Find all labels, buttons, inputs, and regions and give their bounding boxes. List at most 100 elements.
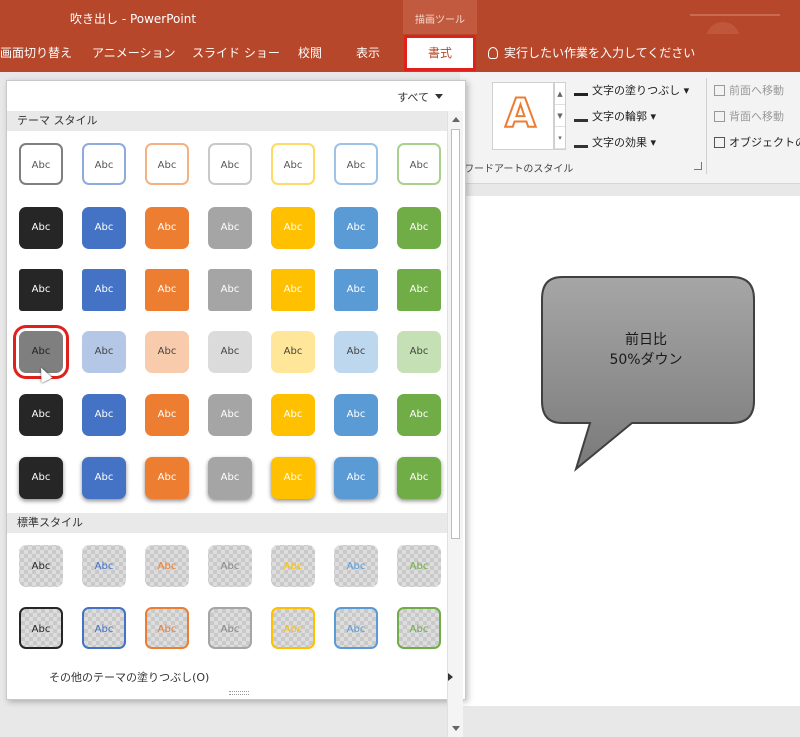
scrollbar-thumb[interactable] bbox=[451, 129, 460, 539]
scroll-down-icon[interactable] bbox=[452, 726, 460, 731]
shape-style-swatch[interactable]: Abc bbox=[19, 457, 63, 499]
bring-forward-label: 前面へ移動 bbox=[729, 84, 784, 97]
tab-review[interactable]: 校閲 bbox=[298, 34, 322, 72]
shape-style-swatch[interactable]: Abc bbox=[19, 545, 63, 587]
ribbon-tab-bar: 画面切り替え アニメーション スライド ショー 校閲 表示 書式 実行したい作業… bbox=[0, 34, 800, 72]
shape-style-swatch[interactable]: Abc bbox=[397, 607, 441, 649]
tab-transitions[interactable]: 画面切り替え bbox=[0, 34, 72, 72]
shape-style-swatch[interactable]: Abc bbox=[271, 457, 315, 499]
shape-style-swatch[interactable]: Abc bbox=[145, 394, 189, 436]
ribbon-panel: A ▲ ▼ ▾ 文字の塗りつぶし ▾ 文字の輪郭 ▾ 文字の効果 ▾ ワードアートの… bbox=[460, 72, 800, 184]
shape-style-swatch[interactable]: Abc bbox=[145, 143, 189, 185]
text-effects-button[interactable]: 文字の効果 ▾ bbox=[574, 134, 656, 150]
shape-style-swatch[interactable]: Abc bbox=[19, 607, 63, 649]
shape-style-swatch[interactable]: Abc bbox=[82, 331, 126, 373]
shape-style-swatch[interactable]: Abc bbox=[208, 545, 252, 587]
tab-slide-show[interactable]: スライド ショー bbox=[192, 34, 280, 72]
text-outline-button[interactable]: 文字の輪郭 ▾ bbox=[574, 108, 656, 124]
text-fill-label: 文字の塗りつぶし bbox=[592, 84, 681, 97]
shape-style-swatch[interactable]: Abc bbox=[397, 207, 441, 249]
shape-style-swatch[interactable]: Abc bbox=[208, 457, 252, 499]
shape-style-swatch[interactable]: Abc bbox=[208, 607, 252, 649]
tell-me-box[interactable]: 実行したい作業を入力してください bbox=[488, 34, 695, 72]
wordart-styles-group-label: ワードアートのスタイル bbox=[464, 164, 574, 175]
selection-pane-label: オブジェクトの bbox=[729, 136, 800, 149]
shape-style-swatch[interactable]: Abc bbox=[271, 331, 315, 373]
shape-style-swatch[interactable]: Abc bbox=[82, 545, 126, 587]
send-backward-label: 背面へ移動 bbox=[729, 110, 784, 123]
text-fill-button[interactable]: 文字の塗りつぶし ▾ bbox=[574, 82, 689, 98]
shape-style-swatch[interactable]: Abc bbox=[271, 207, 315, 249]
shape-style-swatch[interactable]: Abc bbox=[208, 143, 252, 185]
scroll-up-icon[interactable]: ▲ bbox=[555, 83, 565, 105]
selection-pane-button[interactable]: オブジェクトの bbox=[714, 134, 800, 150]
tab-format[interactable]: 書式 bbox=[404, 35, 476, 71]
shape-style-swatch[interactable]: Abc bbox=[19, 269, 63, 311]
bring-forward-button[interactable]: 前面へ移動 bbox=[714, 82, 784, 98]
shape-style-swatch[interactable]: Abc bbox=[145, 331, 189, 373]
shape-style-swatch[interactable]: Abc bbox=[145, 607, 189, 649]
shape-style-swatch[interactable]: Abc bbox=[82, 394, 126, 436]
shape-style-swatch[interactable]: Abc bbox=[19, 394, 63, 436]
shape-style-swatch[interactable]: Abc bbox=[334, 143, 378, 185]
shape-style-swatch[interactable]: Abc bbox=[208, 394, 252, 436]
text-fill-icon bbox=[574, 84, 588, 96]
wordart-style-preview[interactable]: A bbox=[492, 82, 554, 150]
ribbon-separator bbox=[706, 78, 707, 174]
shape-style-swatch[interactable]: Abc bbox=[334, 394, 378, 436]
shape-style-swatch[interactable]: Abc bbox=[19, 143, 63, 185]
shape-style-swatch[interactable]: Abc bbox=[397, 269, 441, 311]
shape-style-swatch[interactable]: Abc bbox=[82, 269, 126, 311]
shape-style-swatch[interactable]: Abc bbox=[397, 143, 441, 185]
shape-style-swatch[interactable]: Abc bbox=[397, 394, 441, 436]
standard-styles-header: 標準スタイル bbox=[7, 513, 447, 533]
shape-style-swatch[interactable]: Abc bbox=[334, 331, 378, 373]
shape-style-swatch[interactable]: Abc bbox=[334, 457, 378, 499]
shape-style-swatch[interactable]: Abc bbox=[208, 331, 252, 373]
shape-style-swatch[interactable]: Abc bbox=[208, 207, 252, 249]
shape-style-swatch[interactable]: Abc bbox=[271, 394, 315, 436]
shape-style-swatch[interactable]: Abc bbox=[334, 607, 378, 649]
title-bar: 吹き出し - PowerPoint 描画ツール bbox=[0, 0, 800, 56]
shape-style-swatch[interactable]: Abc bbox=[145, 457, 189, 499]
more-theme-fills-link[interactable]: その他のテーマの塗りつぶし(O) bbox=[49, 669, 209, 685]
shape-style-swatch[interactable]: Abc bbox=[271, 607, 315, 649]
speech-bubble-shape[interactable] bbox=[540, 275, 758, 475]
shape-style-swatch[interactable]: Abc bbox=[82, 143, 126, 185]
lightbulb-icon bbox=[488, 47, 498, 59]
scroll-down-icon[interactable]: ▼ bbox=[555, 105, 565, 127]
tab-animations[interactable]: アニメーション bbox=[92, 34, 176, 72]
send-backward-button[interactable]: 背面へ移動 bbox=[714, 108, 784, 124]
gallery-filter-dropdown[interactable]: すべて bbox=[397, 89, 443, 105]
resize-grip-icon[interactable] bbox=[229, 691, 249, 695]
shape-style-gallery: すべて テーマ スタイル Abc Abc Abc Abc Abc Abc Abc Abc Abc… bbox=[6, 80, 466, 737]
wordart-gallery-scroller[interactable]: ▲ ▼ ▾ bbox=[554, 82, 566, 150]
shape-style-swatch[interactable]: Abc bbox=[334, 207, 378, 249]
text-effects-label: 文字の効果 bbox=[592, 136, 647, 149]
bubble-text[interactable]: 前日比 50%ダウン bbox=[546, 330, 746, 370]
gallery-scrollbar[interactable] bbox=[447, 111, 463, 737]
shape-style-swatch[interactable]: Abc bbox=[82, 207, 126, 249]
shape-style-swatch[interactable]: Abc bbox=[19, 207, 63, 249]
shape-style-swatch[interactable]: Abc bbox=[145, 269, 189, 311]
bring-forward-icon bbox=[714, 85, 725, 96]
shape-style-swatch[interactable]: Abc bbox=[82, 607, 126, 649]
shape-style-swatch[interactable]: Abc bbox=[397, 331, 441, 373]
shape-style-swatch[interactable]: Abc bbox=[82, 457, 126, 499]
tell-me-placeholder: 実行したい作業を入力してください bbox=[504, 46, 696, 60]
more-icon[interactable]: ▾ bbox=[555, 127, 565, 149]
tab-view[interactable]: 表示 bbox=[356, 34, 380, 72]
shape-style-swatch[interactable]: Abc bbox=[397, 545, 441, 587]
shape-style-swatch[interactable]: Abc bbox=[334, 545, 378, 587]
theme-styles-header: テーマ スタイル bbox=[7, 111, 447, 131]
shape-style-swatch[interactable]: Abc bbox=[271, 143, 315, 185]
shape-style-swatch[interactable]: Abc bbox=[334, 269, 378, 311]
shape-style-swatch[interactable]: Abc bbox=[145, 545, 189, 587]
shape-style-swatch[interactable]: Abc bbox=[145, 207, 189, 249]
shape-style-swatch[interactable]: Abc bbox=[271, 545, 315, 587]
scroll-up-icon[interactable] bbox=[452, 117, 460, 122]
shape-style-swatch[interactable]: Abc bbox=[271, 269, 315, 311]
dialog-launcher-icon[interactable] bbox=[694, 162, 702, 170]
shape-style-swatch[interactable]: Abc bbox=[397, 457, 441, 499]
shape-style-swatch[interactable]: Abc bbox=[208, 269, 252, 311]
